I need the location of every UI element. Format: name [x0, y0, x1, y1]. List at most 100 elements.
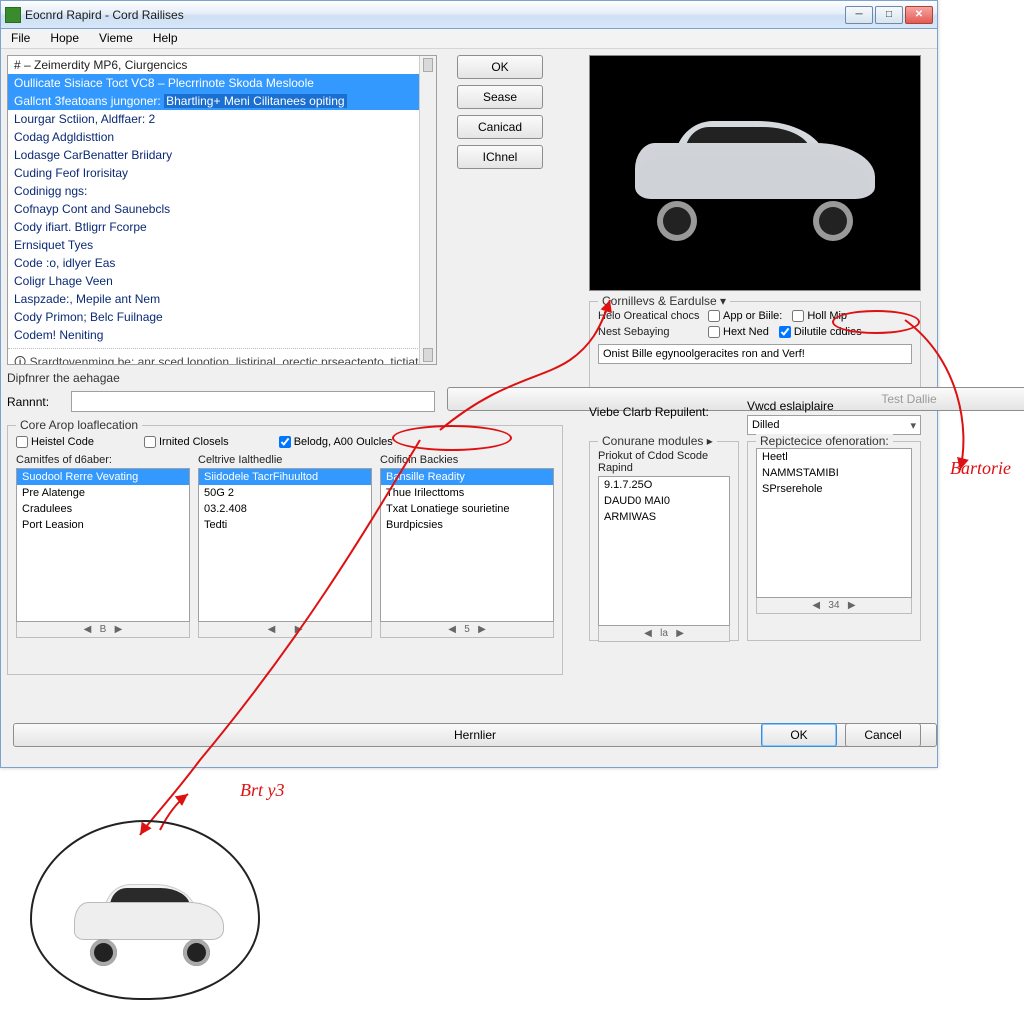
car-icon-small	[70, 880, 230, 960]
car-preview	[589, 55, 921, 291]
core-col2-label: Celtrive Ialthedlie	[198, 454, 372, 466]
col2-scroll[interactable]: ◀ ▶	[198, 622, 372, 638]
listbox-scrollbar[interactable]	[419, 56, 436, 364]
footer-buttons: OK Cancel	[761, 723, 921, 753]
list-item[interactable]: Lodasge CarBenatter Briidary	[8, 146, 436, 164]
list-item[interactable]: Siidodele TacrFihuultod	[199, 469, 371, 485]
main-window: Eocnrd Rapird - Cord Railises ─ □ ✕ File…	[0, 0, 938, 768]
col1-scroll[interactable]: ◀ B ▶	[16, 622, 190, 638]
chk-heistel[interactable]: Heistel Code	[16, 436, 94, 448]
repc-group: Repictecice ofenoration: Heetl NAMMSTAMI…	[747, 441, 921, 641]
remark-label: Rannnt:	[7, 395, 49, 409]
view-clerk-label: Viebe Clarb Repuilent:	[589, 405, 709, 419]
conv-scroll[interactable]: ◀ la ▶	[598, 626, 730, 642]
close-pane-button[interactable]: IChnel	[457, 145, 543, 169]
list-item[interactable]: Cuding Feof Irorisitay	[8, 164, 436, 182]
repc-title: Repictecice ofenoration:	[756, 434, 893, 448]
core-group: Core Arop loaflecation Heistel Code Irni…	[7, 425, 563, 675]
chk-app-bille[interactable]: App or Biile:	[708, 308, 782, 324]
core-col1-list[interactable]: Suodool Rerre Vevating Pre Alatenge Crad…	[16, 468, 190, 622]
maximize-button[interactable]: □	[875, 6, 903, 24]
menu-hope[interactable]: Hope	[40, 29, 89, 48]
list-item[interactable]: Bansille Readity	[381, 469, 553, 485]
cancel-button[interactable]: Canicad	[457, 115, 543, 139]
list-item[interactable]: Coligr Lhage Veen	[8, 272, 436, 290]
list-item[interactable]: Code :o, idlyer Eas	[8, 254, 436, 272]
save-button[interactable]: Sease	[457, 85, 543, 109]
ok-button[interactable]: OK	[457, 55, 543, 79]
vwd-select[interactable]: Dilled	[747, 415, 921, 435]
controls-text-input[interactable]	[598, 344, 912, 364]
diphter-label: Dipfnrer the aehagae	[7, 371, 120, 385]
list-item[interactable]: DAUD0 MAI0	[599, 493, 729, 509]
button-column: OK Sease Canicad IChnel	[457, 55, 543, 175]
list-item[interactable]: Ernsiquet Tyes	[8, 236, 436, 254]
annotation-circle-dilutile	[832, 310, 920, 334]
list-item[interactable]: SPrserehole	[757, 481, 911, 497]
list-item[interactable]: Cradulees	[17, 501, 189, 517]
list-item-selected-2[interactable]: Gallcnt 3featoans jungoner: Bhartling+ M…	[8, 92, 436, 110]
core-col1-label: Camitfes of d6aber:	[16, 454, 190, 466]
car-silhouette-icon	[625, 113, 885, 233]
menu-help[interactable]: Help	[143, 29, 188, 48]
menubar: File Hope Vieme Help	[1, 29, 937, 49]
repc-list[interactable]: Heetl NAMMSTAMIBI SPrserehole	[756, 448, 912, 598]
close-button[interactable]: ✕	[905, 6, 933, 24]
col3-scroll[interactable]: ◀ 5 ▶	[380, 622, 554, 638]
footer-cancel-button[interactable]: Cancel	[845, 723, 921, 747]
app-icon	[5, 7, 21, 23]
list-item[interactable]: Cofnayp Cont and Saunebcls	[8, 200, 436, 218]
list-item[interactable]: Lourgar Sctiion, Aldffaer: 2	[8, 110, 436, 128]
list-item[interactable]: ARMIWAS	[599, 509, 729, 525]
chk-irnited[interactable]: Irnited Closels	[144, 436, 229, 448]
list-item[interactable]: 50G 2	[199, 485, 371, 501]
list-item[interactable]: Codem! Neniting	[8, 326, 436, 344]
annotation-circle-chk	[392, 425, 512, 451]
core-col3-list[interactable]: Bansille Readity Thue Irilecttoms Txat L…	[380, 468, 554, 622]
list-item[interactable]: Pre Alatenge	[17, 485, 189, 501]
test-button[interactable]: Test Dallie	[447, 387, 1024, 411]
remark-input[interactable]	[71, 391, 435, 412]
list-item[interactable]: Burdpicsies	[381, 517, 553, 533]
repc-scroll[interactable]: ◀ 34 ▶	[756, 598, 912, 614]
footer-ok-button[interactable]: OK	[761, 723, 837, 747]
conv-list[interactable]: 9.1.7.25O DAUD0 MAI0 ARMIWAS	[598, 476, 730, 626]
small-car-figure	[40, 830, 250, 990]
chk-hext-ned[interactable]: Hext Ned	[708, 324, 769, 340]
list-item[interactable]: Thue Irilecttoms	[381, 485, 553, 501]
conv-modules-group: Conurane modules ▸ Priokut of Cdod Scode…	[589, 441, 739, 641]
list-item[interactable]: Heetl	[757, 449, 911, 465]
list-item[interactable]: 03.2.408	[199, 501, 371, 517]
vwd-label: Vwcd eslaiplaire	[747, 399, 834, 413]
core-col3-label: Coifioin Backies	[380, 454, 554, 466]
menu-vieme[interactable]: Vieme	[89, 29, 143, 48]
controls-nest-label: Nest Sebaying	[598, 326, 708, 338]
conv-title: Conurane modules ▸	[598, 434, 717, 448]
list-item-selected-1[interactable]: Oullicate Sisiace Toct VC8 – Plecrrinote…	[8, 74, 436, 92]
list-item[interactable]: Cody Primon; Belc Fuilnage	[8, 308, 436, 326]
conv-label: Priokut of Cdod Scode Rapind	[598, 450, 730, 474]
minimize-button[interactable]: ─	[845, 6, 873, 24]
main-listbox[interactable]: # – Zeimerdity MP6, Ciurgencics Oullicat…	[7, 55, 437, 365]
window-title: Eocnrd Rapird - Cord Railises	[25, 8, 184, 22]
annotation-label-bartorie: Bartorie	[950, 458, 1011, 479]
list-item[interactable]: Codag Adgldisttion	[8, 128, 436, 146]
menu-file[interactable]: File	[1, 29, 40, 48]
list-item[interactable]: Suodool Rerre Vevating	[17, 469, 189, 485]
core-title: Core Arop loaflecation	[16, 418, 142, 432]
list-item[interactable]: Cody ifiart. Btligrr Fcorpe	[8, 218, 436, 236]
core-col2-list[interactable]: Siidodele TacrFihuultod 50G 2 03.2.408 T…	[198, 468, 372, 622]
list-item[interactable]: Laspzade:, Mepile ant Nem	[8, 290, 436, 308]
list-note: Srardtovenming be; anr sced lonotion, li…	[8, 348, 436, 365]
list-item[interactable]: Port Leasion	[17, 517, 189, 533]
titlebar[interactable]: Eocnrd Rapird - Cord Railises ─ □ ✕	[1, 1, 937, 29]
list-item[interactable]: Txat Lonatiege sourietine	[381, 501, 553, 517]
chk-belodg[interactable]: Belodg, A00 Oulcles	[279, 436, 393, 448]
list-item[interactable]: NAMMSTAMIBI	[757, 465, 911, 481]
list-item[interactable]: Tedti	[199, 517, 371, 533]
controls-title: Cornillevs & Eardulse ▾	[598, 294, 730, 308]
list-item[interactable]: 9.1.7.25O	[599, 477, 729, 493]
controls-hole-label: Helo Oreatical chocs	[598, 310, 708, 322]
list-item[interactable]: Codinigg ngs:	[8, 182, 436, 200]
list-header: # – Zeimerdity MP6, Ciurgencics	[8, 56, 436, 74]
